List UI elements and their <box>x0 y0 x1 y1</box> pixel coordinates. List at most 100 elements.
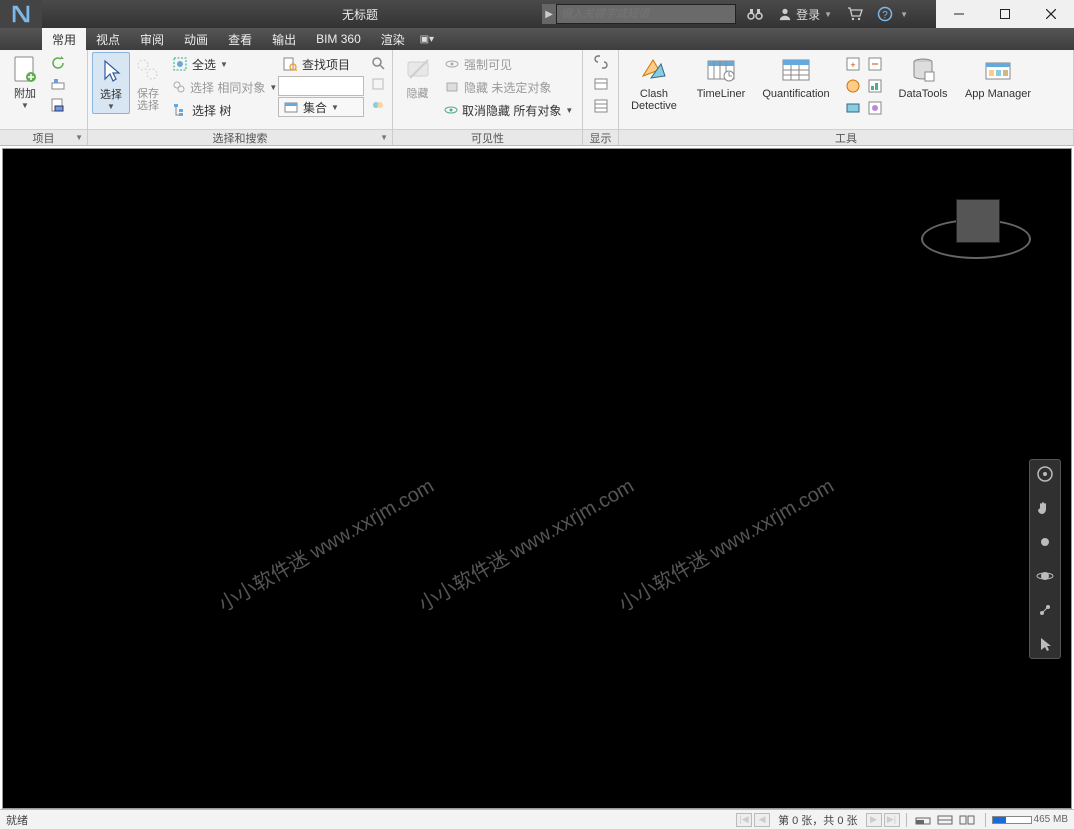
tool-icon-4[interactable] <box>865 76 885 96</box>
tab-viewpoint[interactable]: 视点 <box>86 28 130 50</box>
tree-icon <box>172 102 188 118</box>
memory-bar <box>992 816 1032 824</box>
quantification-button[interactable]: Quantification <box>757 52 835 102</box>
status-icon-3[interactable] <box>957 813 979 827</box>
pager-next-icon[interactable]: ▶ <box>866 813 882 827</box>
require-button[interactable]: 强制可见 <box>440 53 576 75</box>
pan-icon[interactable] <box>1035 498 1055 518</box>
pager-last-icon[interactable]: ▶| <box>884 813 900 827</box>
timeliner-button[interactable]: TimeLiner <box>691 52 751 102</box>
reset-button[interactable] <box>48 74 68 94</box>
orbit-icon[interactable] <box>1035 566 1055 586</box>
datatools-label: DataTools <box>899 88 948 100</box>
help-dropdown-icon[interactable]: ▼ <box>900 10 908 19</box>
properties-button[interactable] <box>591 96 611 116</box>
find-items-button[interactable]: 查找项目 <box>278 53 364 75</box>
appmanager-label: App Manager <box>965 88 1031 100</box>
select-same-button[interactable]: 选择 相同对象▼ <box>168 76 274 98</box>
select-all-icon <box>172 56 188 72</box>
sets-button[interactable]: 集合▼ <box>278 97 364 117</box>
chevron-down-icon: ▼ <box>107 102 115 111</box>
refresh-button[interactable] <box>48 53 68 73</box>
panel-title-select-search: 选择和搜索▼ <box>88 129 392 145</box>
sheet-pager: |◀ ◀ 第 0 张，共 0 张 ▶ ▶| <box>736 812 899 828</box>
panel-tools: Clash Detective TimeLiner Quantification… <box>619 50 1074 145</box>
walk-icon[interactable] <box>1035 634 1055 654</box>
panel-title-display: 显示 <box>583 129 618 145</box>
cart-icon[interactable] <box>844 3 866 25</box>
tab-home[interactable]: 常用 <box>42 28 86 50</box>
minimize-button[interactable] <box>936 0 982 28</box>
tab-bim360[interactable]: BIM 360 <box>306 28 371 50</box>
tab-render[interactable]: 渲染 <box>371 28 415 50</box>
tool-icon-3[interactable] <box>843 76 863 96</box>
cursor-icon <box>95 55 127 87</box>
status-icon-2[interactable] <box>935 813 957 827</box>
file-options-button[interactable] <box>48 95 68 115</box>
maximize-button[interactable] <box>982 0 1028 28</box>
status-icon-1[interactable] <box>913 813 935 827</box>
panel-project: 附加 ▼ 项目▼ <box>0 50 88 145</box>
panel-title-visibility: 可见性 <box>393 129 582 145</box>
ribbon: 附加 ▼ 项目▼ 选择 ▼ 保存 选择 <box>0 50 1074 146</box>
tool-icon-6[interactable] <box>865 98 885 118</box>
tool-icon-2[interactable] <box>865 54 885 74</box>
clash-detective-button[interactable]: Clash Detective <box>623 52 685 114</box>
hide-unselected-button[interactable]: 隐藏 未选定对象 <box>440 76 576 98</box>
title-bar: 无标题 ▶ 登录 ▼ ? ▼ <box>0 0 1074 28</box>
app-logo[interactable] <box>0 0 42 28</box>
pager-first-icon[interactable]: |◀ <box>736 813 752 827</box>
tab-view[interactable]: 查看 <box>218 28 262 50</box>
quick-properties-button[interactable] <box>368 74 388 94</box>
append-button[interactable]: 附加 ▼ <box>4 52 46 112</box>
tool-icon-1[interactable]: + <box>843 54 863 74</box>
search-input[interactable] <box>556 4 736 24</box>
pager-prev-icon[interactable]: ◀ <box>754 813 770 827</box>
appmanager-button[interactable]: App Manager <box>959 52 1037 102</box>
tab-review[interactable]: 审阅 <box>130 28 174 50</box>
login-label: 登录 <box>796 6 820 23</box>
navigation-bar <box>1029 459 1061 659</box>
quantification-icon <box>780 54 812 86</box>
select-all-button[interactable]: 全选▼ <box>168 53 274 75</box>
viewcube[interactable] <box>921 199 1031 309</box>
links-button[interactable] <box>591 52 611 72</box>
save-selection-icon <box>132 54 164 86</box>
status-bar: 就绪 |◀ ◀ 第 0 张，共 0 张 ▶ ▶| 465 MB <box>0 809 1074 829</box>
login-button[interactable]: 登录 ▼ <box>778 6 832 23</box>
selection-sets-button[interactable] <box>368 95 388 115</box>
tab-output[interactable]: 输出 <box>262 28 306 50</box>
unhide-all-button[interactable]: 取消隐藏 所有对象▼ <box>440 99 576 121</box>
timeliner-label: TimeLiner <box>697 88 746 100</box>
watermark: 小小软件迷 www.xxrjm.com <box>612 470 838 617</box>
tab-animation[interactable]: 动画 <box>174 28 218 50</box>
datatools-button[interactable]: DataTools <box>893 52 953 102</box>
hide-button[interactable]: 隐藏 <box>397 52 438 102</box>
binoculars-icon[interactable] <box>744 3 766 25</box>
select-button[interactable]: 选择 ▼ <box>92 52 130 114</box>
close-button[interactable] <box>1028 0 1074 28</box>
unhide-icon <box>444 102 458 118</box>
save-selection-button[interactable]: 保存 选择 <box>130 52 166 114</box>
sets-icon <box>283 99 299 115</box>
appmanager-icon <box>982 54 1014 86</box>
quick-props-button[interactable] <box>591 74 611 94</box>
quick-find-button[interactable] <box>368 53 388 73</box>
selection-tree-button[interactable]: 选择 树 <box>168 99 274 121</box>
zoom-icon[interactable] <box>1035 532 1055 552</box>
quick-find-input[interactable] <box>278 76 364 96</box>
save-selection-label: 保存 选择 <box>137 88 159 112</box>
look-icon[interactable] <box>1035 600 1055 620</box>
tool-icon-5[interactable] <box>843 98 863 118</box>
find-icon <box>282 56 298 72</box>
steering-wheel-icon[interactable] <box>1035 464 1055 484</box>
viewport[interactable]: 小小软件迷 www.xxrjm.com 小小软件迷 www.xxrjm.com … <box>2 148 1072 809</box>
search-dropdown-icon[interactable]: ▶ <box>542 4 556 24</box>
panel-title-project: 项目▼ <box>0 129 87 145</box>
tab-overflow-icon[interactable]: ▣▾ <box>415 28 439 50</box>
file-add-icon <box>9 54 41 86</box>
clash-icon <box>638 54 670 86</box>
help-icon[interactable]: ? <box>874 3 896 25</box>
watermark: 小小软件迷 www.xxrjm.com <box>412 470 638 617</box>
hide-label: 隐藏 <box>407 88 429 100</box>
